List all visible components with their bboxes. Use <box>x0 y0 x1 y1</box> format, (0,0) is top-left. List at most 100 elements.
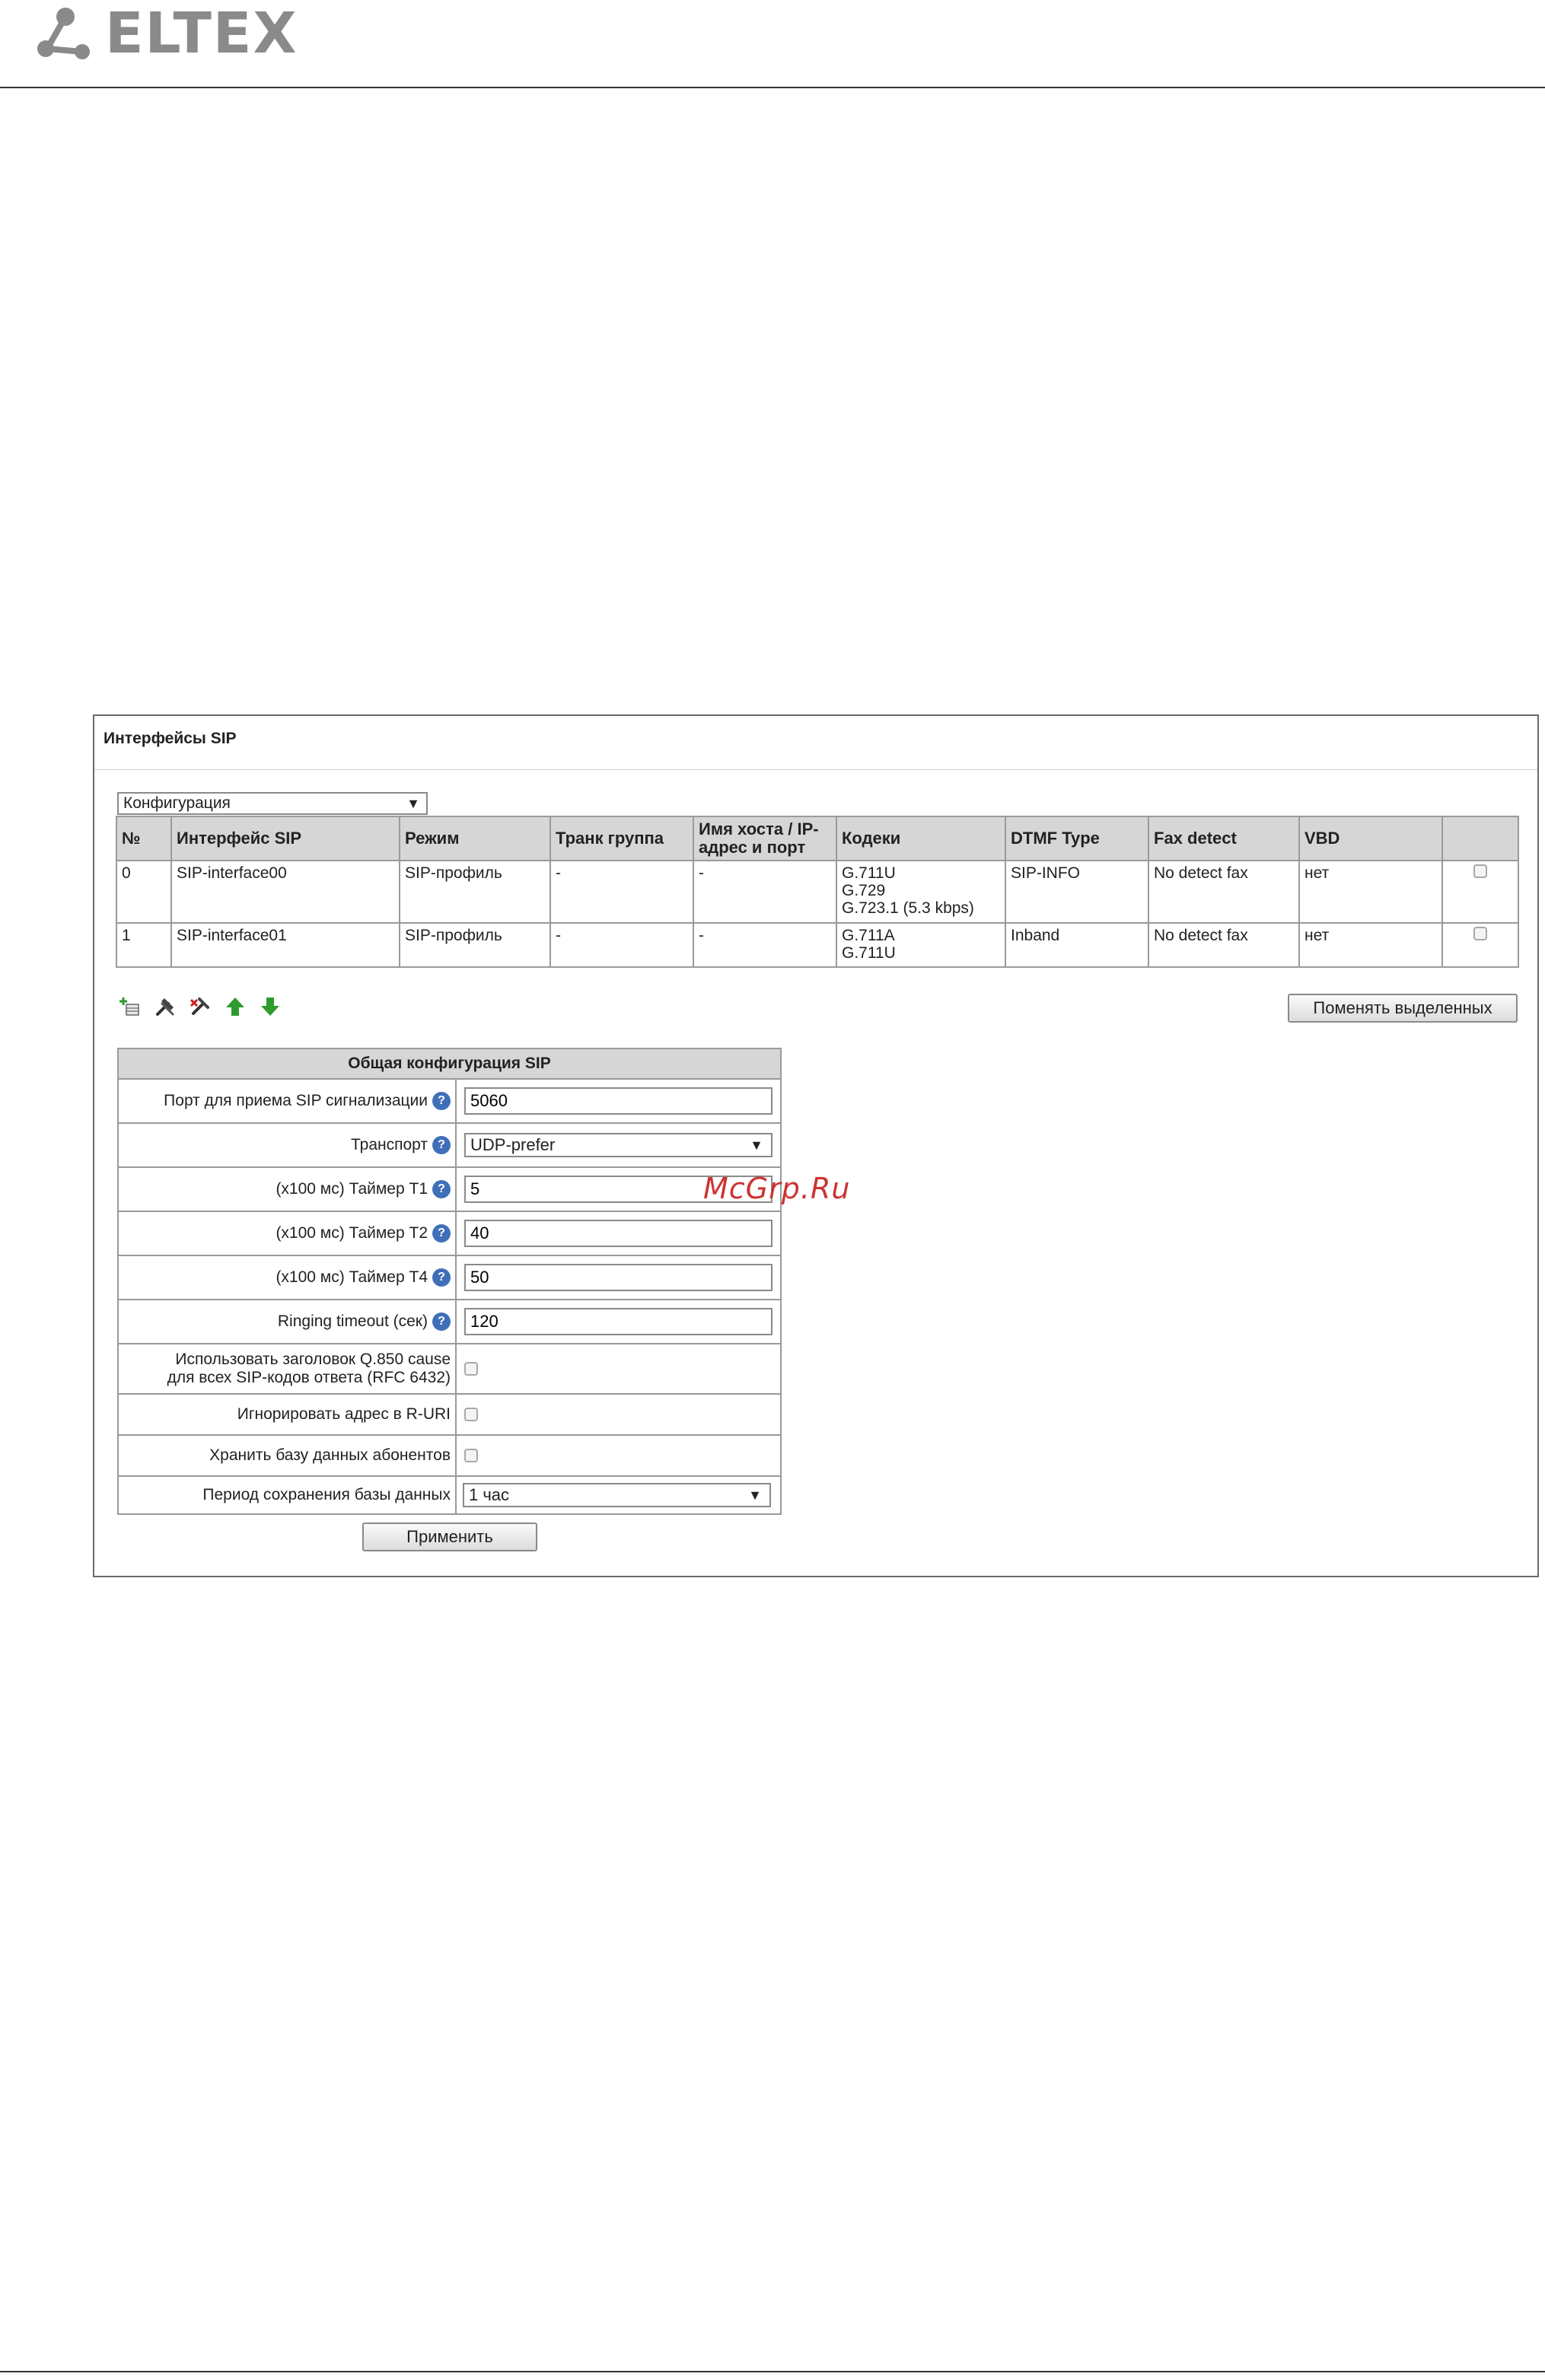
cell-mode: SIP-профиль <box>399 860 551 924</box>
config-title: Общая конфигурация SIP <box>117 1048 782 1080</box>
transport-select[interactable]: UDP-prefer ▼ <box>464 1133 772 1157</box>
cell-mode: SIP-профиль <box>399 922 551 968</box>
cell-interface: SIP-interface01 <box>170 922 400 968</box>
cell-fax: No detect fax <box>1148 860 1300 924</box>
panel-title: Интерфейсы SIP <box>104 730 237 747</box>
config-row-q850: Использовать заголовок Q.850 cause для в… <box>117 1344 782 1395</box>
sip-port-input[interactable] <box>464 1087 772 1115</box>
header-divider <box>0 87 1545 88</box>
col-header-host: Имя хоста / IP-адрес и порт <box>693 816 837 861</box>
col-header-vbd: VBD <box>1298 816 1443 861</box>
eltex-logo-mark-icon <box>37 8 90 59</box>
config-row-timer-t4: (x100 мс) Таймер T4? <box>117 1256 782 1300</box>
table-row[interactable]: 0 SIP-interface00 SIP-профиль - - G.711U… <box>116 860 1519 924</box>
cell-codecs: G.711U G.729 G.723.1 (5.3 kbps) <box>836 860 1006 924</box>
sip-interfaces-table: № Интерфейс SIP Режим Транк группа Имя х… <box>116 816 1519 968</box>
help-icon[interactable]: ? <box>432 1136 451 1154</box>
config-row-sip-port: Порт для приема SIP сигнализации? <box>117 1080 782 1124</box>
row-select-checkbox[interactable] <box>1473 927 1487 940</box>
timer-t4-input[interactable] <box>464 1264 772 1291</box>
cell-interface: SIP-interface00 <box>170 860 400 924</box>
config-row-ignore-ruri: Игнорировать адрес в R-URI <box>117 1395 782 1436</box>
col-header-trunk-group: Транк группа <box>550 816 694 861</box>
codec-item: G.723.1 (5.3 kbps) <box>842 899 974 917</box>
help-icon[interactable]: ? <box>432 1180 451 1198</box>
config-row-store-db: Хранить базу данных абонентов <box>117 1436 782 1477</box>
cell-dtmf: SIP-INFO <box>1005 860 1149 924</box>
help-icon[interactable]: ? <box>432 1092 451 1110</box>
edit-icon[interactable] <box>154 995 177 1018</box>
config-row-timer-t1: (x100 мс) Таймер T1? <box>117 1168 782 1212</box>
ringing-timeout-label: Ringing timeout (сек) <box>277 1312 428 1330</box>
config-row-db-period: Период сохранения базы данных 1 час ▼ <box>117 1477 782 1515</box>
ignore-ruri-label: Игнорировать адрес в R-URI <box>237 1405 451 1423</box>
db-period-select[interactable]: 1 час ▼ <box>463 1483 771 1507</box>
db-period-value: 1 час <box>469 1485 510 1504</box>
col-header-mode: Режим <box>399 816 551 861</box>
cell-vbd: нет <box>1298 860 1443 924</box>
codec-item: G.711A <box>842 927 895 944</box>
timer-t4-label: (x100 мс) Таймер T4 <box>276 1268 428 1286</box>
watermark-text: McGrp.Ru <box>703 1172 851 1205</box>
q850-checkbox[interactable] <box>464 1362 478 1376</box>
timer-t2-label: (x100 мс) Таймер T2 <box>276 1224 428 1242</box>
cell-host: - <box>693 860 837 924</box>
cell-vbd: нет <box>1298 922 1443 968</box>
view-select[interactable]: Конфигурация ▼ <box>117 792 428 815</box>
col-header-fax: Fax detect <box>1148 816 1300 861</box>
row-select-checkbox[interactable] <box>1473 864 1487 878</box>
cell-codecs: G.711A G.711U <box>836 922 1006 968</box>
cell-host: - <box>693 922 837 968</box>
config-row-transport: Транспорт? UDP-prefer ▼ <box>117 1124 782 1168</box>
help-icon[interactable]: ? <box>432 1312 451 1331</box>
q850-label-line2: для всех SIP-кодов ответа (RFC 6432) <box>167 1369 451 1386</box>
delete-icon[interactable] <box>189 995 212 1018</box>
cell-number: 1 <box>116 922 172 968</box>
table-header-row: № Интерфейс SIP Режим Транк группа Имя х… <box>116 816 1519 861</box>
change-selected-button[interactable]: Поменять выделенных <box>1288 994 1518 1023</box>
timer-t2-input[interactable] <box>464 1220 772 1247</box>
sip-interfaces-panel: Интерфейсы SIP Конфигурация ▼ № Интерфей… <box>93 714 1539 1577</box>
codec-item: G.711U <box>842 944 896 962</box>
cell-fax: No detect fax <box>1148 922 1300 968</box>
footer-divider <box>0 2371 1545 2372</box>
db-period-label: Период сохранения базы данных <box>202 1486 451 1503</box>
col-header-interface: Интерфейс SIP <box>170 816 400 861</box>
panel-title-divider <box>94 769 1537 770</box>
sip-port-label: Порт для приема SIP сигнализации <box>164 1092 428 1109</box>
store-db-label: Хранить базу данных абонентов <box>209 1446 451 1464</box>
dropdown-arrow-icon: ▼ <box>750 1138 763 1153</box>
ringing-timeout-input[interactable] <box>464 1308 772 1335</box>
view-select-value: Конфигурация <box>123 794 231 812</box>
ignore-ruri-checkbox[interactable] <box>464 1408 478 1421</box>
general-sip-config: Общая конфигурация SIP Порт для приема S… <box>117 1048 782 1515</box>
cell-trunk: - <box>550 922 694 968</box>
codec-item: G.729 <box>842 882 886 899</box>
codec-item: G.711U <box>842 864 896 882</box>
store-db-checkbox[interactable] <box>464 1449 478 1462</box>
move-down-icon[interactable] <box>259 995 282 1018</box>
col-header-number: № <box>116 816 172 861</box>
config-row-timer-t2: (x100 мс) Таймер T2? <box>117 1212 782 1256</box>
transport-label: Транспорт <box>351 1136 428 1153</box>
move-up-icon[interactable] <box>224 995 247 1018</box>
config-row-ringing-timeout: Ringing timeout (сек)? <box>117 1300 782 1344</box>
eltex-logo: ELTEX <box>37 3 298 64</box>
col-header-codecs: Кодеки <box>836 816 1006 861</box>
table-row[interactable]: 1 SIP-interface01 SIP-профиль - - G.711A… <box>116 922 1519 968</box>
help-icon[interactable]: ? <box>432 1268 451 1287</box>
cell-dtmf: Inband <box>1005 922 1149 968</box>
apply-button[interactable]: Применить <box>362 1522 537 1551</box>
q850-label-line1: Использовать заголовок Q.850 cause <box>175 1351 451 1368</box>
cell-number: 0 <box>116 860 172 924</box>
help-icon[interactable]: ? <box>432 1224 451 1242</box>
dropdown-arrow-icon: ▼ <box>406 796 420 811</box>
col-header-select <box>1441 816 1519 861</box>
dropdown-arrow-icon: ▼ <box>748 1488 762 1503</box>
add-icon[interactable] <box>119 995 142 1018</box>
cell-trunk: - <box>550 860 694 924</box>
cell-select <box>1441 860 1519 924</box>
cell-select <box>1441 922 1519 968</box>
col-header-dtmf: DTMF Type <box>1005 816 1149 861</box>
eltex-logo-text: ELTEX <box>105 1 298 66</box>
